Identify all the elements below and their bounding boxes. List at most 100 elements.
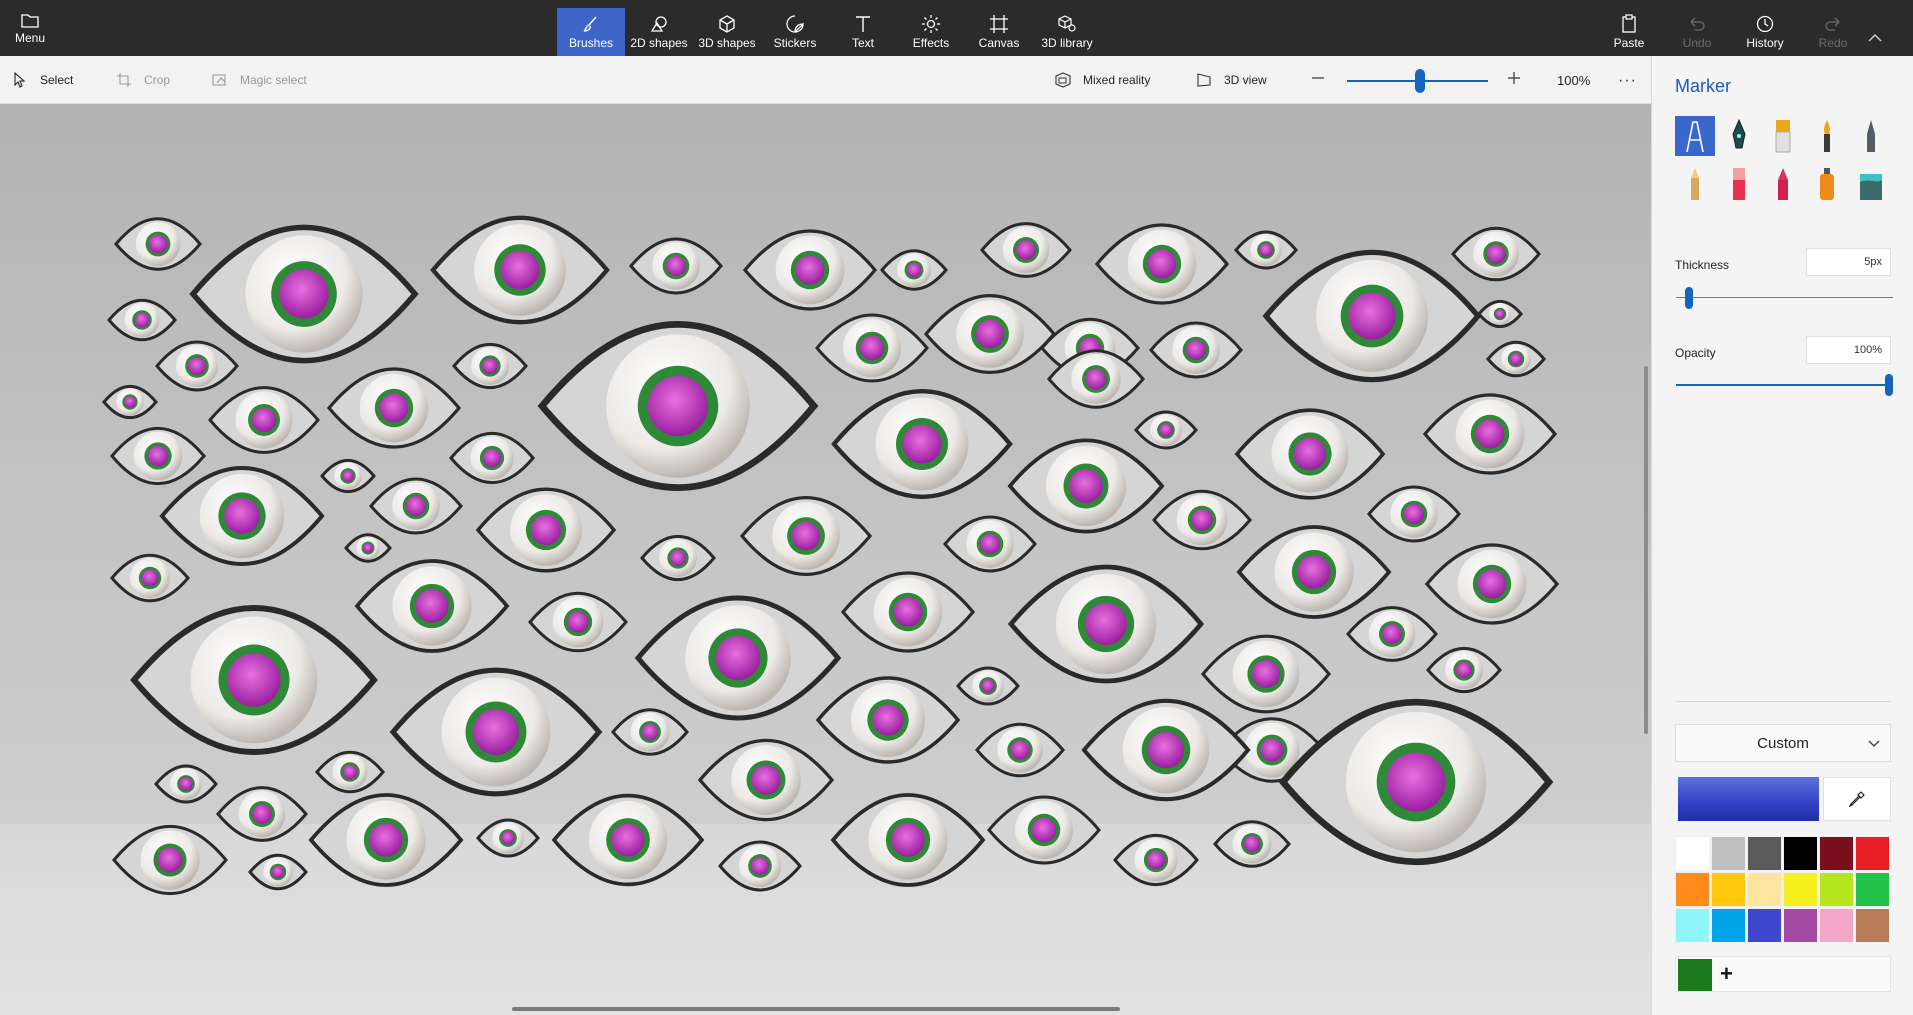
eraser-brush[interactable] [1719, 164, 1759, 204]
tab-label: Canvas [978, 36, 1020, 50]
thickness-slider-thumb[interactable] [1684, 287, 1693, 309]
color-swatch[interactable] [1819, 836, 1854, 871]
opacity-field[interactable]: 100% [1806, 336, 1891, 364]
color-swatch[interactable] [1819, 872, 1854, 907]
eye-drawing [308, 793, 464, 887]
top-menu-bar: Menu Brushes 2D shapes 3D shapes Sticker… [0, 0, 1913, 56]
undo-button[interactable]: Undo [1663, 8, 1731, 56]
eye-drawing [697, 738, 835, 822]
eye-drawing [1134, 410, 1198, 450]
tab-label: 3D library [1041, 36, 1093, 50]
pencil-brush[interactable] [1675, 164, 1715, 204]
magic-select-tool[interactable]: Magic select [212, 68, 307, 92]
crop-tool[interactable]: Crop [116, 68, 170, 92]
add-color-button[interactable]: + [1720, 961, 1733, 987]
eye-drawing [189, 224, 419, 364]
oil-brush[interactable] [1763, 116, 1803, 156]
eye-drawing [840, 571, 976, 653]
tab-label: Brushes [568, 36, 614, 50]
eye-drawing [1422, 393, 1558, 475]
pixel-pen-brush[interactable] [1851, 116, 1891, 156]
tab-3d-shapes[interactable]: 3D shapes [693, 8, 761, 56]
zoom-percentage[interactable]: 100% [1557, 73, 1590, 88]
horizontal-scrollbar[interactable] [512, 1007, 1120, 1011]
color-swatch[interactable] [1783, 872, 1818, 907]
custom-color-swatch[interactable] [1678, 959, 1712, 991]
color-swatch[interactable] [1747, 908, 1782, 943]
redo-button[interactable]: Redo [1799, 8, 1867, 56]
color-swatch[interactable] [1747, 836, 1782, 871]
eye-drawing [1200, 634, 1332, 714]
color-swatch[interactable] [1855, 908, 1890, 943]
eye-drawing [551, 793, 705, 887]
zoom-slider-thumb[interactable] [1415, 69, 1426, 93]
eye-drawing [315, 750, 385, 794]
history-button[interactable]: History [1731, 8, 1799, 56]
eye-drawing [112, 825, 228, 895]
menu-button[interactable]: Menu [0, 0, 60, 56]
opacity-slider-track[interactable] [1676, 384, 1889, 386]
eye-drawing [830, 793, 986, 887]
color-palette [1675, 836, 1893, 967]
more-options-button[interactable]: ··· [1618, 72, 1637, 90]
color-swatch[interactable] [1675, 872, 1710, 907]
tab-3d-library[interactable]: 3D library [1033, 8, 1101, 56]
tab-label: Stickers [773, 36, 817, 50]
crayon-brush[interactable] [1763, 164, 1803, 204]
tab-text[interactable]: Text [829, 8, 897, 56]
color-swatch[interactable] [1783, 836, 1818, 871]
3d-view-button[interactable]: 3D view [1196, 68, 1267, 92]
tab-stickers[interactable]: Stickers [761, 8, 829, 56]
select-tool[interactable]: Select [12, 68, 73, 92]
tab-brushes[interactable]: Brushes [557, 8, 625, 56]
thickness-slider-track[interactable] [1676, 297, 1893, 298]
3d-view-label: 3D view [1224, 73, 1267, 87]
paste-label: Paste [1613, 36, 1645, 50]
opacity-slider-thumb[interactable] [1885, 374, 1893, 396]
tab-2d-shapes[interactable]: 2D shapes [625, 8, 693, 56]
pencil-icon [1691, 168, 1699, 200]
marker-brush[interactable] [1675, 116, 1715, 156]
current-color-swatch[interactable] [1678, 777, 1819, 821]
color-swatch[interactable] [1675, 836, 1710, 871]
eye-drawing [1426, 646, 1502, 694]
mixed-reality-button[interactable]: Mixed reality [1055, 68, 1150, 92]
chevron-down-icon [1868, 740, 1880, 747]
fill-bucket-brush[interactable] [1851, 164, 1891, 204]
color-swatch[interactable] [1711, 908, 1746, 943]
zoom-in-icon[interactable] [1506, 70, 1522, 86]
eye-drawing [475, 487, 617, 573]
color-swatch[interactable] [1855, 836, 1890, 871]
eye-drawing [880, 249, 948, 291]
calligraphy-pen-brush[interactable] [1719, 116, 1759, 156]
color-swatch[interactable] [1783, 908, 1818, 943]
eyedropper-button[interactable] [1823, 777, 1891, 821]
color-swatch[interactable] [1711, 836, 1746, 871]
spray-can-brush[interactable] [1807, 164, 1847, 204]
tab-effects[interactable]: Effects [897, 8, 965, 56]
color-swatch[interactable] [1819, 908, 1854, 943]
tab-canvas[interactable]: Canvas [965, 8, 1033, 56]
eye-drawing [739, 496, 873, 576]
color-swatch[interactable] [1711, 872, 1746, 907]
paste-button[interactable]: Paste [1595, 8, 1663, 56]
drawing-canvas[interactable] [0, 104, 1651, 1015]
thickness-field[interactable]: 5px [1806, 248, 1891, 276]
watercolor-brush[interactable] [1807, 116, 1847, 156]
color-swatch[interactable] [1675, 908, 1710, 943]
palette-dropdown[interactable]: Custom [1675, 724, 1891, 762]
vertical-scrollbar[interactable] [1644, 366, 1648, 734]
eye-drawing [1262, 249, 1482, 383]
cursor-icon [14, 72, 26, 88]
eye-drawing [943, 515, 1037, 573]
redo-label: Redo [1818, 36, 1848, 50]
color-swatch[interactable] [1855, 872, 1890, 907]
zoom-out-icon[interactable] [1310, 70, 1326, 86]
crop-icon [117, 73, 131, 87]
eye-drawing [537, 321, 819, 491]
eye-drawing [815, 313, 929, 383]
eye-drawing [107, 298, 177, 342]
chevron-up-icon[interactable] [1867, 30, 1883, 46]
pixel-pen-icon [1867, 120, 1875, 152]
color-swatch[interactable] [1747, 872, 1782, 907]
